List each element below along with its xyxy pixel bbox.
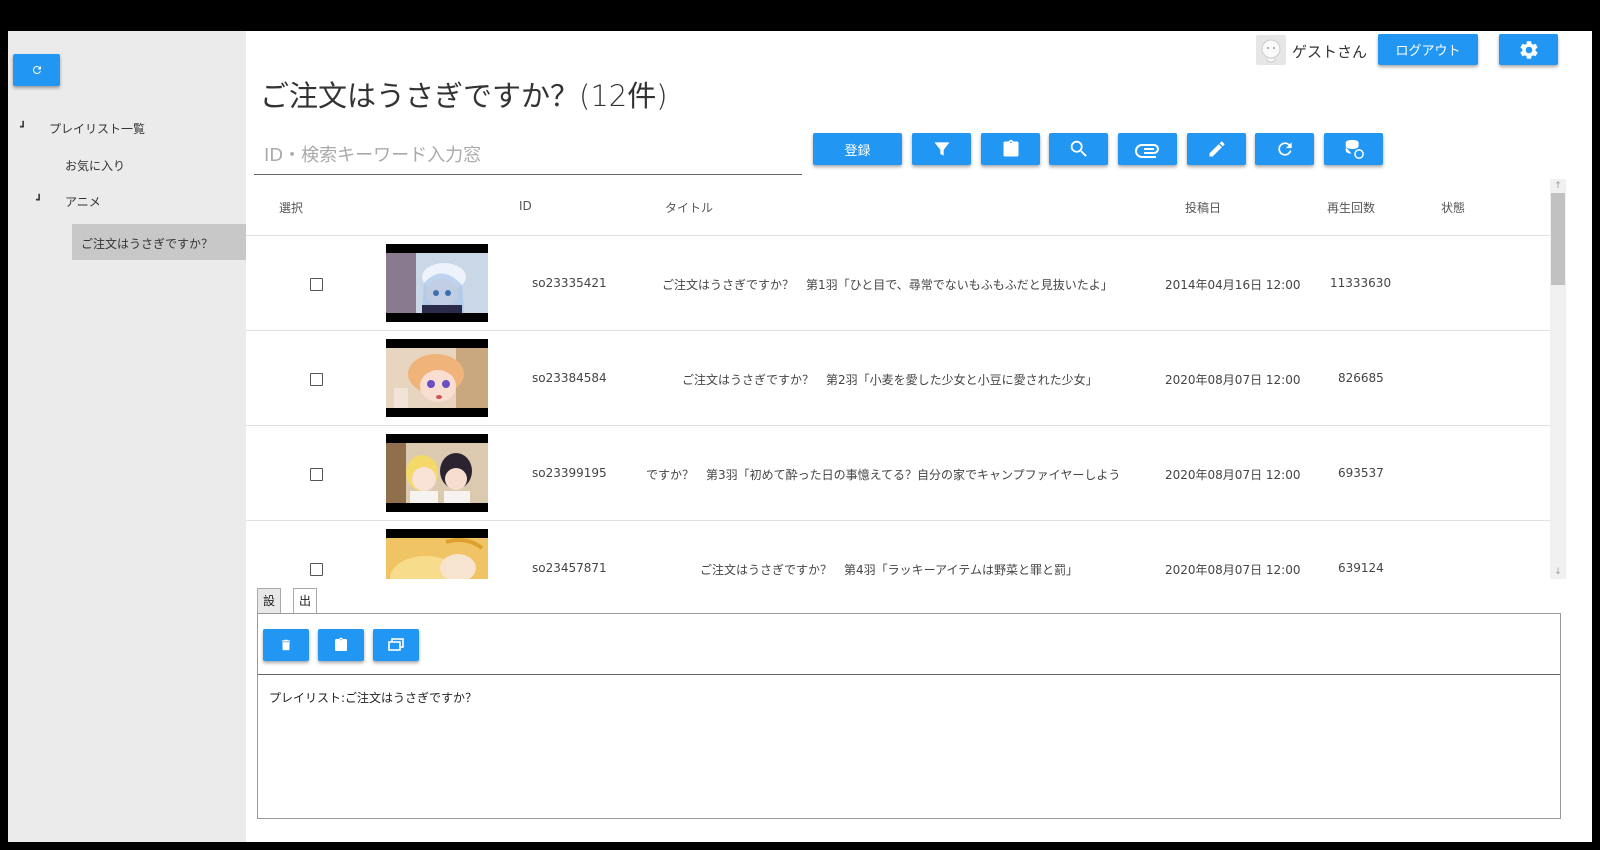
filter-button[interactable] (912, 133, 971, 165)
column-header-title[interactable]: タイトル (665, 199, 713, 216)
search-input[interactable] (254, 136, 802, 174)
username: ゲストさん (1292, 43, 1368, 61)
column-header-id[interactable]: ID (519, 199, 532, 213)
trash-icon (281, 639, 291, 651)
row-posted: 2020年08月07日 12:00 (1165, 563, 1301, 577)
tree-collapse-toggle[interactable]: ┛ (20, 122, 26, 133)
row-checkbox[interactable] (310, 278, 323, 291)
database-sync-icon (1345, 139, 1364, 159)
edit-icon (1209, 141, 1225, 157)
tree-collapse-toggle[interactable]: ┛ (36, 195, 42, 206)
column-header-posted[interactable]: 投稿日 (1185, 199, 1221, 216)
row-title[interactable]: ですか？ 第3羽「初めて酔った日の事憶えてる？自分の家でキャンプファイヤーしよう (646, 466, 1151, 483)
row-posted: 2020年08月07日 12:00 (1165, 468, 1301, 482)
clipboard-button[interactable] (981, 133, 1040, 165)
table-row[interactable]: so23384584 ご注文はうさぎですか？ 第2羽「小麦を愛した少女と小豆に愛… (246, 331, 1551, 426)
row-id: so23384584 (532, 371, 607, 385)
tree-item-gochiusa[interactable]: ご注文はうさぎですか？ (72, 224, 246, 260)
gear-icon (1519, 40, 1538, 59)
tree-item-playlist-root[interactable]: プレイリスト一覧 (49, 120, 145, 137)
table-row[interactable]: so23457871 ご注文はうさぎですか？ 第4羽「ラッキーアイテムは野菜と罪… (246, 521, 1551, 579)
row-views: 693537 (1338, 466, 1384, 480)
table-scrollbar[interactable]: ↑ ↓ (1550, 179, 1566, 579)
video-thumbnail[interactable] (386, 339, 488, 417)
tree-item-label: ご注文はうさぎですか？ (81, 237, 214, 251)
tree-item-favorites[interactable]: お気に入り (65, 157, 125, 174)
row-id: so23335421 (532, 276, 607, 290)
scrollbar-thumb[interactable] (1551, 193, 1565, 285)
tab-output[interactable]: 出力 (293, 588, 318, 632)
video-thumbnail[interactable] (386, 434, 488, 512)
scroll-up-arrow[interactable]: ↑ (1550, 179, 1566, 193)
row-title[interactable]: ご注文はうさぎですか？ 第1羽「ひと目で、尋常でないもふもふだと見抜いたよ」 (662, 276, 1113, 293)
clear-output-button[interactable] (263, 629, 309, 661)
search-icon (1070, 140, 1087, 157)
search-field[interactable] (254, 136, 802, 175)
filter-icon (934, 142, 949, 156)
settings-button[interactable] (1499, 34, 1558, 65)
output-toolbar (258, 614, 1560, 675)
video-thumbnail[interactable] (386, 244, 488, 322)
output-panel: プレイリスト:ご注文はうさぎですか？ (257, 613, 1561, 819)
refresh-icon (32, 65, 41, 74)
avatar (1256, 35, 1286, 65)
sidebar: ┛ プレイリスト一覧 お気に入り ┛ アニメ ご注文はうさぎですか？ (8, 31, 246, 842)
row-views: 11333630 (1330, 276, 1392, 290)
tab-settings[interactable]: 設定 (257, 588, 282, 632)
clipboard-icon (1003, 139, 1018, 157)
scroll-down-arrow[interactable]: ↓ (1550, 565, 1566, 579)
row-posted: 2014年04月16日 12:00 (1165, 278, 1301, 292)
video-thumbnail[interactable] (386, 529, 488, 579)
output-text[interactable]: プレイリスト:ご注文はうさぎですか？ (269, 689, 477, 706)
copy-output-button[interactable] (318, 629, 364, 661)
row-title-text: ですか？ 第3羽「初めて酔った日の事憶えてる？自分の家でキャンプファイヤーしよう (646, 468, 1121, 482)
refresh-icon (1277, 142, 1292, 156)
table-header: 選択 ID タイトル 投稿日 再生回数 状態 (246, 179, 1551, 236)
row-id: so23457871 (532, 561, 607, 575)
row-checkbox[interactable] (310, 468, 323, 481)
copy-window-icon (388, 638, 404, 651)
tree-item-label: プレイリスト一覧 (49, 122, 146, 136)
tree-item-label: アニメ (65, 195, 101, 209)
column-header-status[interactable]: 状態 (1441, 199, 1465, 216)
app-window: ┛ プレイリスト一覧 お気に入り ┛ アニメ ご注文はうさぎですか？ ゲストさん… (8, 31, 1592, 842)
table-row[interactable]: so23335421 ご注文はうさぎですか？ 第1羽「ひと目で、尋常でないもふも… (246, 236, 1551, 331)
column-header-views[interactable]: 再生回数 (1327, 199, 1375, 216)
main-content: ゲストさん ログアウト ご注文はうさぎですか？(12件) 登録 (246, 31, 1592, 842)
clipboard-icon (335, 637, 347, 651)
row-posted: 2020年08月07日 12:00 (1165, 373, 1301, 387)
edit-button[interactable] (1187, 133, 1246, 165)
paperclip-icon (1134, 144, 1159, 158)
table-row[interactable]: so23399195 ですか？ 第3羽「初めて酔った日の事憶えてる？自分の家でキ… (246, 426, 1551, 521)
tree-item-label: お気に入り (65, 159, 126, 173)
row-title[interactable]: ご注文はうさぎですか？ 第4羽「ラッキーアイテムは野菜と罪と罰」 (700, 561, 1078, 578)
row-checkbox[interactable] (310, 373, 323, 386)
row-id: so23399195 (532, 466, 607, 480)
page-title: ご注文はうさぎですか？(12件) (260, 79, 668, 113)
sidebar-refresh-button[interactable] (13, 54, 60, 86)
row-title[interactable]: ご注文はうさぎですか？ 第2羽「小麦を愛した少女と小豆に愛された少女」 (682, 371, 1098, 388)
table-body: so23335421 ご注文はうさぎですか？ 第1羽「ひと目で、尋常でないもふも… (246, 236, 1551, 579)
row-views: 639124 (1338, 561, 1384, 575)
search-button[interactable] (1049, 133, 1108, 165)
logout-button[interactable]: ログアウト (1378, 34, 1478, 65)
row-views: 826685 (1338, 371, 1384, 385)
row-checkbox[interactable] (310, 563, 323, 576)
open-window-button[interactable] (373, 629, 419, 661)
tree-item-anime[interactable]: アニメ (65, 193, 101, 210)
column-header-select[interactable]: 選択 (279, 199, 303, 216)
reload-button[interactable] (1255, 133, 1314, 165)
attach-button[interactable] (1118, 133, 1177, 165)
register-button[interactable]: 登録 (813, 133, 902, 165)
database-sync-button[interactable] (1324, 133, 1383, 165)
